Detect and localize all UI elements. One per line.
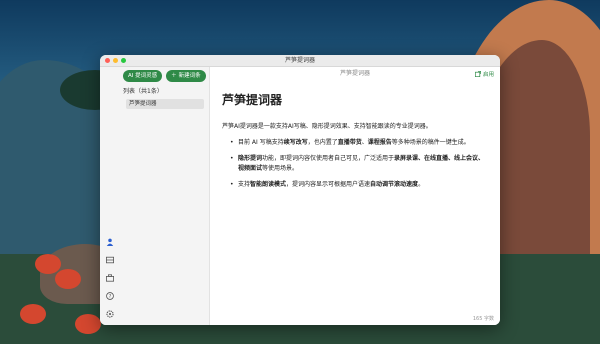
briefcase-icon[interactable] — [106, 273, 115, 282]
external-link-icon — [474, 71, 481, 77]
editor-pane: 芦笋提词器 启用 芦笋提词器 芦笋AI提词器是一款支持AI写稿、隐形提词效果、支… — [210, 67, 500, 325]
sidebar-icon-bar: ? — [104, 237, 116, 318]
user-icon[interactable] — [106, 237, 115, 246]
app-window: 芦笋提词器 AI 提词灵感 ＋ 新建词条 列表（共1条） 芦笋提词器 ? 芦笋提… — [100, 55, 500, 325]
grid-icon[interactable] — [106, 255, 115, 264]
list-header: 列表（共1条） — [123, 88, 163, 95]
word-count: 165 字数 — [472, 316, 494, 322]
window-title: 芦笋提词器 — [284, 56, 315, 64]
document-title: 芦笋提词器 — [339, 70, 370, 77]
help-icon[interactable]: ? — [106, 291, 115, 300]
enable-label: 启用 — [482, 72, 494, 78]
new-entry-button[interactable]: ＋ 新建词条 — [166, 70, 206, 82]
sidebar: AI 提词灵感 ＋ 新建词条 列表（共1条） 芦笋提词器 ? — [100, 67, 210, 325]
new-entry-label: 新建词条 — [178, 73, 201, 79]
intro-paragraph: 芦笋AI提词器是一款支持AI写稿、隐形提词效果、支持智能跟读的专业提词器。 — [222, 123, 432, 130]
ai-inspiration-button[interactable]: AI 提词灵感 — [123, 70, 163, 82]
list-item: 隐形提词功能，即提词内容仅使用者自己可见，广泛适用于录屏录课、在线直播、线上会议… — [230, 154, 488, 174]
list-item[interactable]: 芦笋提词器 — [126, 99, 204, 109]
ai-inspiration-label: AI 提词灵感 — [128, 73, 158, 79]
content-heading: 芦笋提词器 — [222, 93, 283, 107]
document-content[interactable]: 芦笋提词器 芦笋AI提词器是一款支持AI写稿、隐形提词效果、支持智能跟读的专业提… — [210, 81, 500, 190]
feature-list: 目前 AI 写稿支持续写改写，也内置了直播带货、课程报告等多种场景的稿件一键生成… — [222, 138, 488, 190]
enable-button[interactable]: 启用 — [474, 70, 494, 78]
plus-icon: ＋ — [171, 73, 177, 79]
list-item: 目前 AI 写稿支持续写改写，也内置了直播带货、课程报告等多种场景的稿件一键生成… — [230, 138, 488, 148]
title-bar: 芦笋提词器 — [100, 55, 500, 67]
settings-icon[interactable] — [106, 309, 115, 318]
list-item: 支持智能朗读模式，提词内容显示可根据用户语速自动调节滚动速度。 — [230, 180, 488, 190]
